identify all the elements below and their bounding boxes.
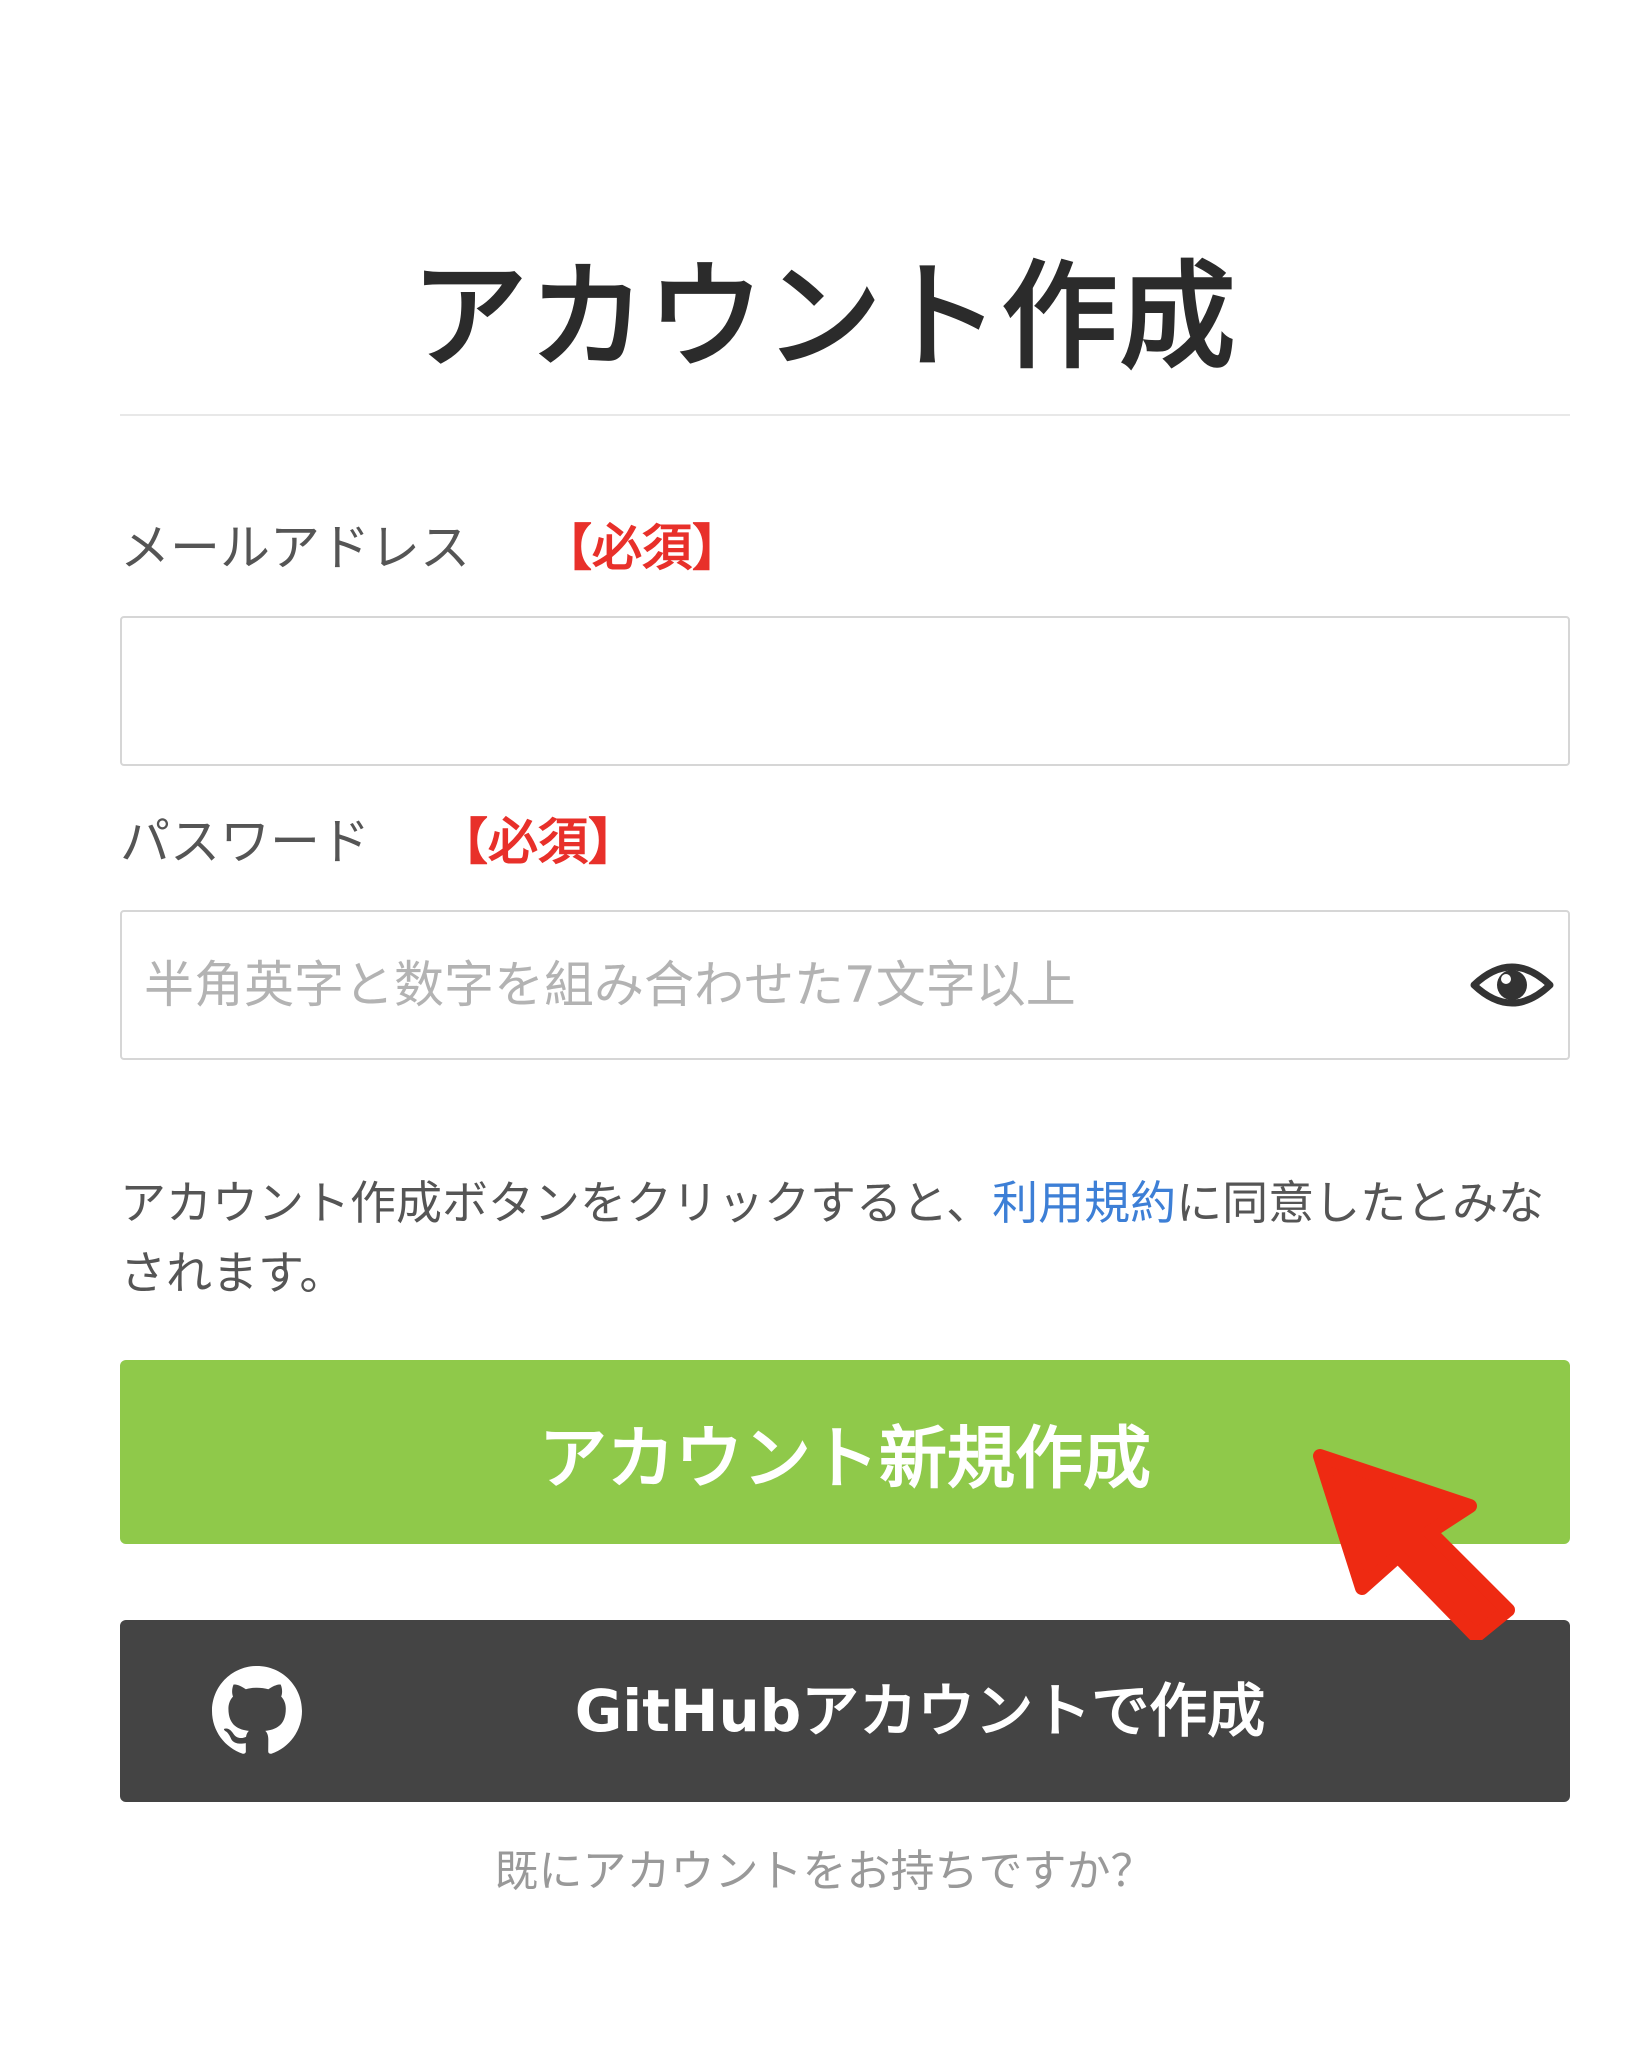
email-label-text: メールアドレス xyxy=(120,519,470,577)
email-field[interactable] xyxy=(120,616,1570,766)
password-field[interactable] xyxy=(120,910,1570,1060)
email-required-badge: 【必須】 xyxy=(542,519,742,577)
password-label: パスワード 【必須】 xyxy=(120,810,638,874)
github-signup-label: GitHubアカウントで作成 xyxy=(574,1677,1266,1745)
page-title: アカウント作成 xyxy=(411,249,1238,385)
create-account-button[interactable]: アカウント新規作成 xyxy=(120,1360,1570,1544)
password-label-text: パスワード xyxy=(120,813,370,871)
login-link[interactable]: 既にアカウントをお持ちですか？ xyxy=(0,1842,1649,1902)
eye-icon[interactable] xyxy=(1470,955,1554,1015)
terms-link[interactable]: 利用規約 xyxy=(992,1176,1176,1230)
email-label: メールアドレス 【必須】 xyxy=(120,516,742,580)
github-signup-button[interactable]: GitHubアカウントで作成 xyxy=(120,1620,1570,1802)
terms-notice-before: アカウント作成ボタンをクリックすると、 xyxy=(120,1176,993,1230)
header-divider xyxy=(120,414,1570,416)
password-required-badge: 【必須】 xyxy=(438,813,638,871)
terms-notice: アカウント作成ボタンをクリックすると、利用規約に同意したとみなされます。 xyxy=(120,1168,1570,1308)
